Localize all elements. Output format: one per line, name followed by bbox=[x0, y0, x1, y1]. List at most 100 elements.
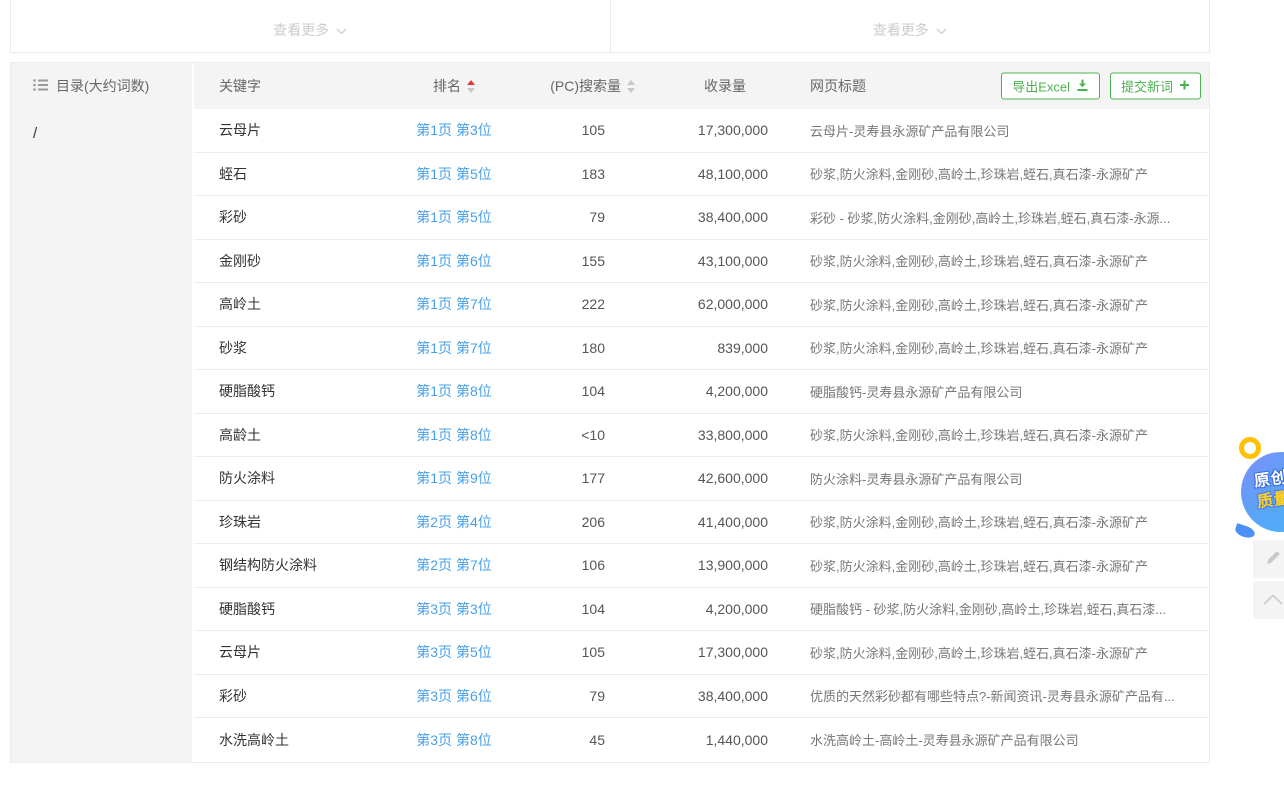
keyword-cell: 钢结构防火涂料 bbox=[194, 555, 409, 575]
top-panels: 查看更多 查看更多 bbox=[10, 0, 1210, 53]
rank-cell: 第1页 第9位 bbox=[409, 468, 499, 488]
table-row: 硬脂酸钙 第1页 第8位 104 4,200,000 硬脂酸钙-灵寿县永源矿产品… bbox=[194, 370, 1209, 414]
rank-cell: 第3页 第6位 bbox=[409, 686, 499, 706]
rank-link[interactable]: 第3页 第8位 bbox=[416, 732, 491, 748]
rank-link[interactable]: 第3页 第5位 bbox=[416, 644, 491, 660]
table-row: 砂浆 第1页 第7位 180 839,000 砂浆,防火涂料,金刚砂,高岭土,珍… bbox=[194, 327, 1209, 371]
rank-link[interactable]: 第1页 第5位 bbox=[416, 166, 491, 182]
page-title-cell: 砂浆,防火涂料,金刚砂,高岭土,珍珠岩,蛭石,真石漆-永源矿产 bbox=[774, 643, 1209, 662]
rank-cell: 第2页 第4位 bbox=[409, 512, 499, 532]
rank-cell: 第3页 第5位 bbox=[409, 642, 499, 662]
view-more-right[interactable]: 查看更多 bbox=[873, 20, 947, 40]
search-volume-cell: 105 bbox=[499, 644, 639, 660]
indexed-count-cell: 17,300,000 bbox=[639, 644, 774, 660]
table-row: 高岭土 第1页 第7位 222 62,000,000 砂浆,防火涂料,金刚砂,高… bbox=[194, 283, 1209, 327]
promo-badge-tail-icon bbox=[1234, 523, 1256, 540]
search-volume-cell: 104 bbox=[499, 601, 639, 617]
rank-link[interactable]: 第1页 第5位 bbox=[416, 209, 491, 225]
sort-icon-rank[interactable] bbox=[467, 80, 475, 93]
scroll-top-button[interactable] bbox=[1253, 581, 1284, 619]
keyword-cell: 硬脂酸钙 bbox=[194, 381, 409, 401]
page-title-cell: 云母片-灵寿县永源矿产品有限公司 bbox=[774, 121, 1209, 140]
header-rank[interactable]: 排名 bbox=[409, 76, 499, 96]
edit-button[interactable] bbox=[1253, 540, 1284, 578]
rank-cell: 第1页 第5位 bbox=[409, 207, 499, 227]
keyword-cell: 金刚砂 bbox=[194, 251, 409, 271]
keyword-rank-panel: 目录(大约词数) / 关键字 排名 (PC)搜索量 收录量 网页标题 bbox=[10, 62, 1210, 763]
table-row: 彩砂 第3页 第6位 79 38,400,000 优质的天然彩砂都有哪些特点?-… bbox=[194, 675, 1209, 719]
rank-link[interactable]: 第1页 第6位 bbox=[416, 253, 491, 269]
rank-link[interactable]: 第1页 第7位 bbox=[416, 296, 491, 312]
keyword-cell: 蛭石 bbox=[194, 164, 409, 184]
search-volume-cell: 79 bbox=[499, 209, 639, 225]
indexed-count-cell: 38,400,000 bbox=[639, 688, 774, 704]
search-volume-cell: 183 bbox=[499, 166, 639, 182]
rank-cell: 第1页 第7位 bbox=[409, 294, 499, 314]
chevron-down-icon bbox=[936, 22, 947, 38]
header-keyword: 关键字 bbox=[194, 76, 409, 96]
rank-cell: 第3页 第3位 bbox=[409, 599, 499, 619]
page-title-cell: 彩砂 - 砂浆,防火涂料,金刚砂,高岭土,珍珠岩,蛭石,真石漆-永源... bbox=[774, 208, 1209, 227]
search-volume-cell: 106 bbox=[499, 557, 639, 573]
directory-sidebar: 目录(大约词数) / bbox=[11, 63, 194, 762]
pencil-icon bbox=[1264, 549, 1282, 570]
rank-link[interactable]: 第1页 第3位 bbox=[416, 122, 491, 138]
rank-cell: 第1页 第6位 bbox=[409, 251, 499, 271]
rank-link[interactable]: 第1页 第8位 bbox=[416, 427, 491, 443]
header-actions: 导出Excel 提交新词 bbox=[1001, 73, 1201, 100]
plus-icon bbox=[1179, 79, 1190, 94]
table-row: 金刚砂 第1页 第6位 155 43,100,000 砂浆,防火涂料,金刚砂,高… bbox=[194, 240, 1209, 284]
view-more-left[interactable]: 查看更多 bbox=[273, 20, 347, 40]
export-excel-button[interactable]: 导出Excel bbox=[1001, 73, 1100, 100]
rank-link[interactable]: 第3页 第3位 bbox=[416, 601, 491, 617]
rank-cell: 第1页 第5位 bbox=[409, 164, 499, 184]
submit-new-word-label: 提交新词 bbox=[1121, 77, 1173, 96]
header-search-volume-label: (PC)搜索量 bbox=[550, 76, 621, 96]
directory-header: 目录(大约词数) bbox=[11, 63, 192, 109]
keyword-cell: 珍珠岩 bbox=[194, 512, 409, 532]
table-row: 水洗高岭土 第3页 第8位 45 1,440,000 水洗高岭土-高岭土-灵寿县… bbox=[194, 718, 1209, 762]
page-title-cell: 砂浆,防火涂料,金刚砂,高岭土,珍珠岩,蛭石,真石漆-永源矿产 bbox=[774, 251, 1209, 270]
header-rank-label: 排名 bbox=[433, 76, 461, 96]
rank-cell: 第1页 第8位 bbox=[409, 425, 499, 445]
page-title-cell: 硬脂酸钙 - 砂浆,防火涂料,金刚砂,高岭土,珍珠岩,蛭石,真石漆... bbox=[774, 599, 1209, 618]
indexed-count-cell: 62,000,000 bbox=[639, 296, 774, 312]
table-row: 钢结构防火涂料 第2页 第7位 106 13,900,000 砂浆,防火涂料,金… bbox=[194, 544, 1209, 588]
sidebar-item-root[interactable]: / bbox=[11, 109, 192, 142]
page-title-cell: 防火涂料-灵寿县永源矿产品有限公司 bbox=[774, 469, 1209, 488]
rank-link[interactable]: 第1页 第7位 bbox=[416, 340, 491, 356]
header-search-volume[interactable]: (PC)搜索量 bbox=[499, 76, 639, 96]
rank-link[interactable]: 第1页 第8位 bbox=[416, 383, 491, 399]
rank-link[interactable]: 第2页 第7位 bbox=[416, 557, 491, 573]
indexed-count-cell: 13,900,000 bbox=[639, 557, 774, 573]
sort-icon-search-volume[interactable] bbox=[627, 80, 635, 93]
page-title-cell: 砂浆,防火涂料,金刚砂,高岭土,珍珠岩,蛭石,真石漆-永源矿产 bbox=[774, 512, 1209, 531]
keyword-cell: 水洗高岭土 bbox=[194, 730, 409, 750]
search-volume-cell: 180 bbox=[499, 340, 639, 356]
promo-badge[interactable]: 原创文 质量可 bbox=[1232, 437, 1284, 537]
keyword-cell: 云母片 bbox=[194, 642, 409, 662]
rank-link[interactable]: 第3页 第6位 bbox=[416, 688, 491, 704]
promo-badge-ring-icon bbox=[1239, 437, 1261, 459]
view-more-left-label: 查看更多 bbox=[273, 20, 329, 40]
table-row: 防火涂料 第1页 第9位 177 42,600,000 防火涂料-灵寿县永源矿产… bbox=[194, 457, 1209, 501]
top-left-panel: 查看更多 bbox=[10, 0, 611, 53]
search-volume-cell: 177 bbox=[499, 470, 639, 486]
indexed-count-cell: 43,100,000 bbox=[639, 253, 774, 269]
rank-cell: 第1页 第8位 bbox=[409, 381, 499, 401]
table-row: 云母片 第1页 第3位 105 17,300,000 云母片-灵寿县永源矿产品有… bbox=[194, 109, 1209, 153]
submit-new-word-button[interactable]: 提交新词 bbox=[1110, 73, 1201, 100]
rank-cell: 第2页 第7位 bbox=[409, 555, 499, 575]
top-right-panel: 查看更多 bbox=[611, 0, 1211, 53]
keyword-cell: 彩砂 bbox=[194, 207, 409, 227]
search-volume-cell: 45 bbox=[499, 732, 639, 748]
indexed-count-cell: 33,800,000 bbox=[639, 427, 774, 443]
rank-cell: 第3页 第8位 bbox=[409, 730, 499, 750]
page-title-cell: 优质的天然彩砂都有哪些特点?-新闻资讯-灵寿县永源矿产品有... bbox=[774, 686, 1209, 705]
keyword-cell: 砂浆 bbox=[194, 338, 409, 358]
keyword-table: 关键字 排名 (PC)搜索量 收录量 网页标题 导出Excel bbox=[194, 63, 1209, 762]
rank-link[interactable]: 第2页 第4位 bbox=[416, 514, 491, 530]
indexed-count-cell: 1,440,000 bbox=[639, 732, 774, 748]
page-title-cell: 砂浆,防火涂料,金刚砂,高岭土,珍珠岩,蛭石,真石漆-永源矿产 bbox=[774, 164, 1209, 183]
rank-link[interactable]: 第1页 第9位 bbox=[416, 470, 491, 486]
